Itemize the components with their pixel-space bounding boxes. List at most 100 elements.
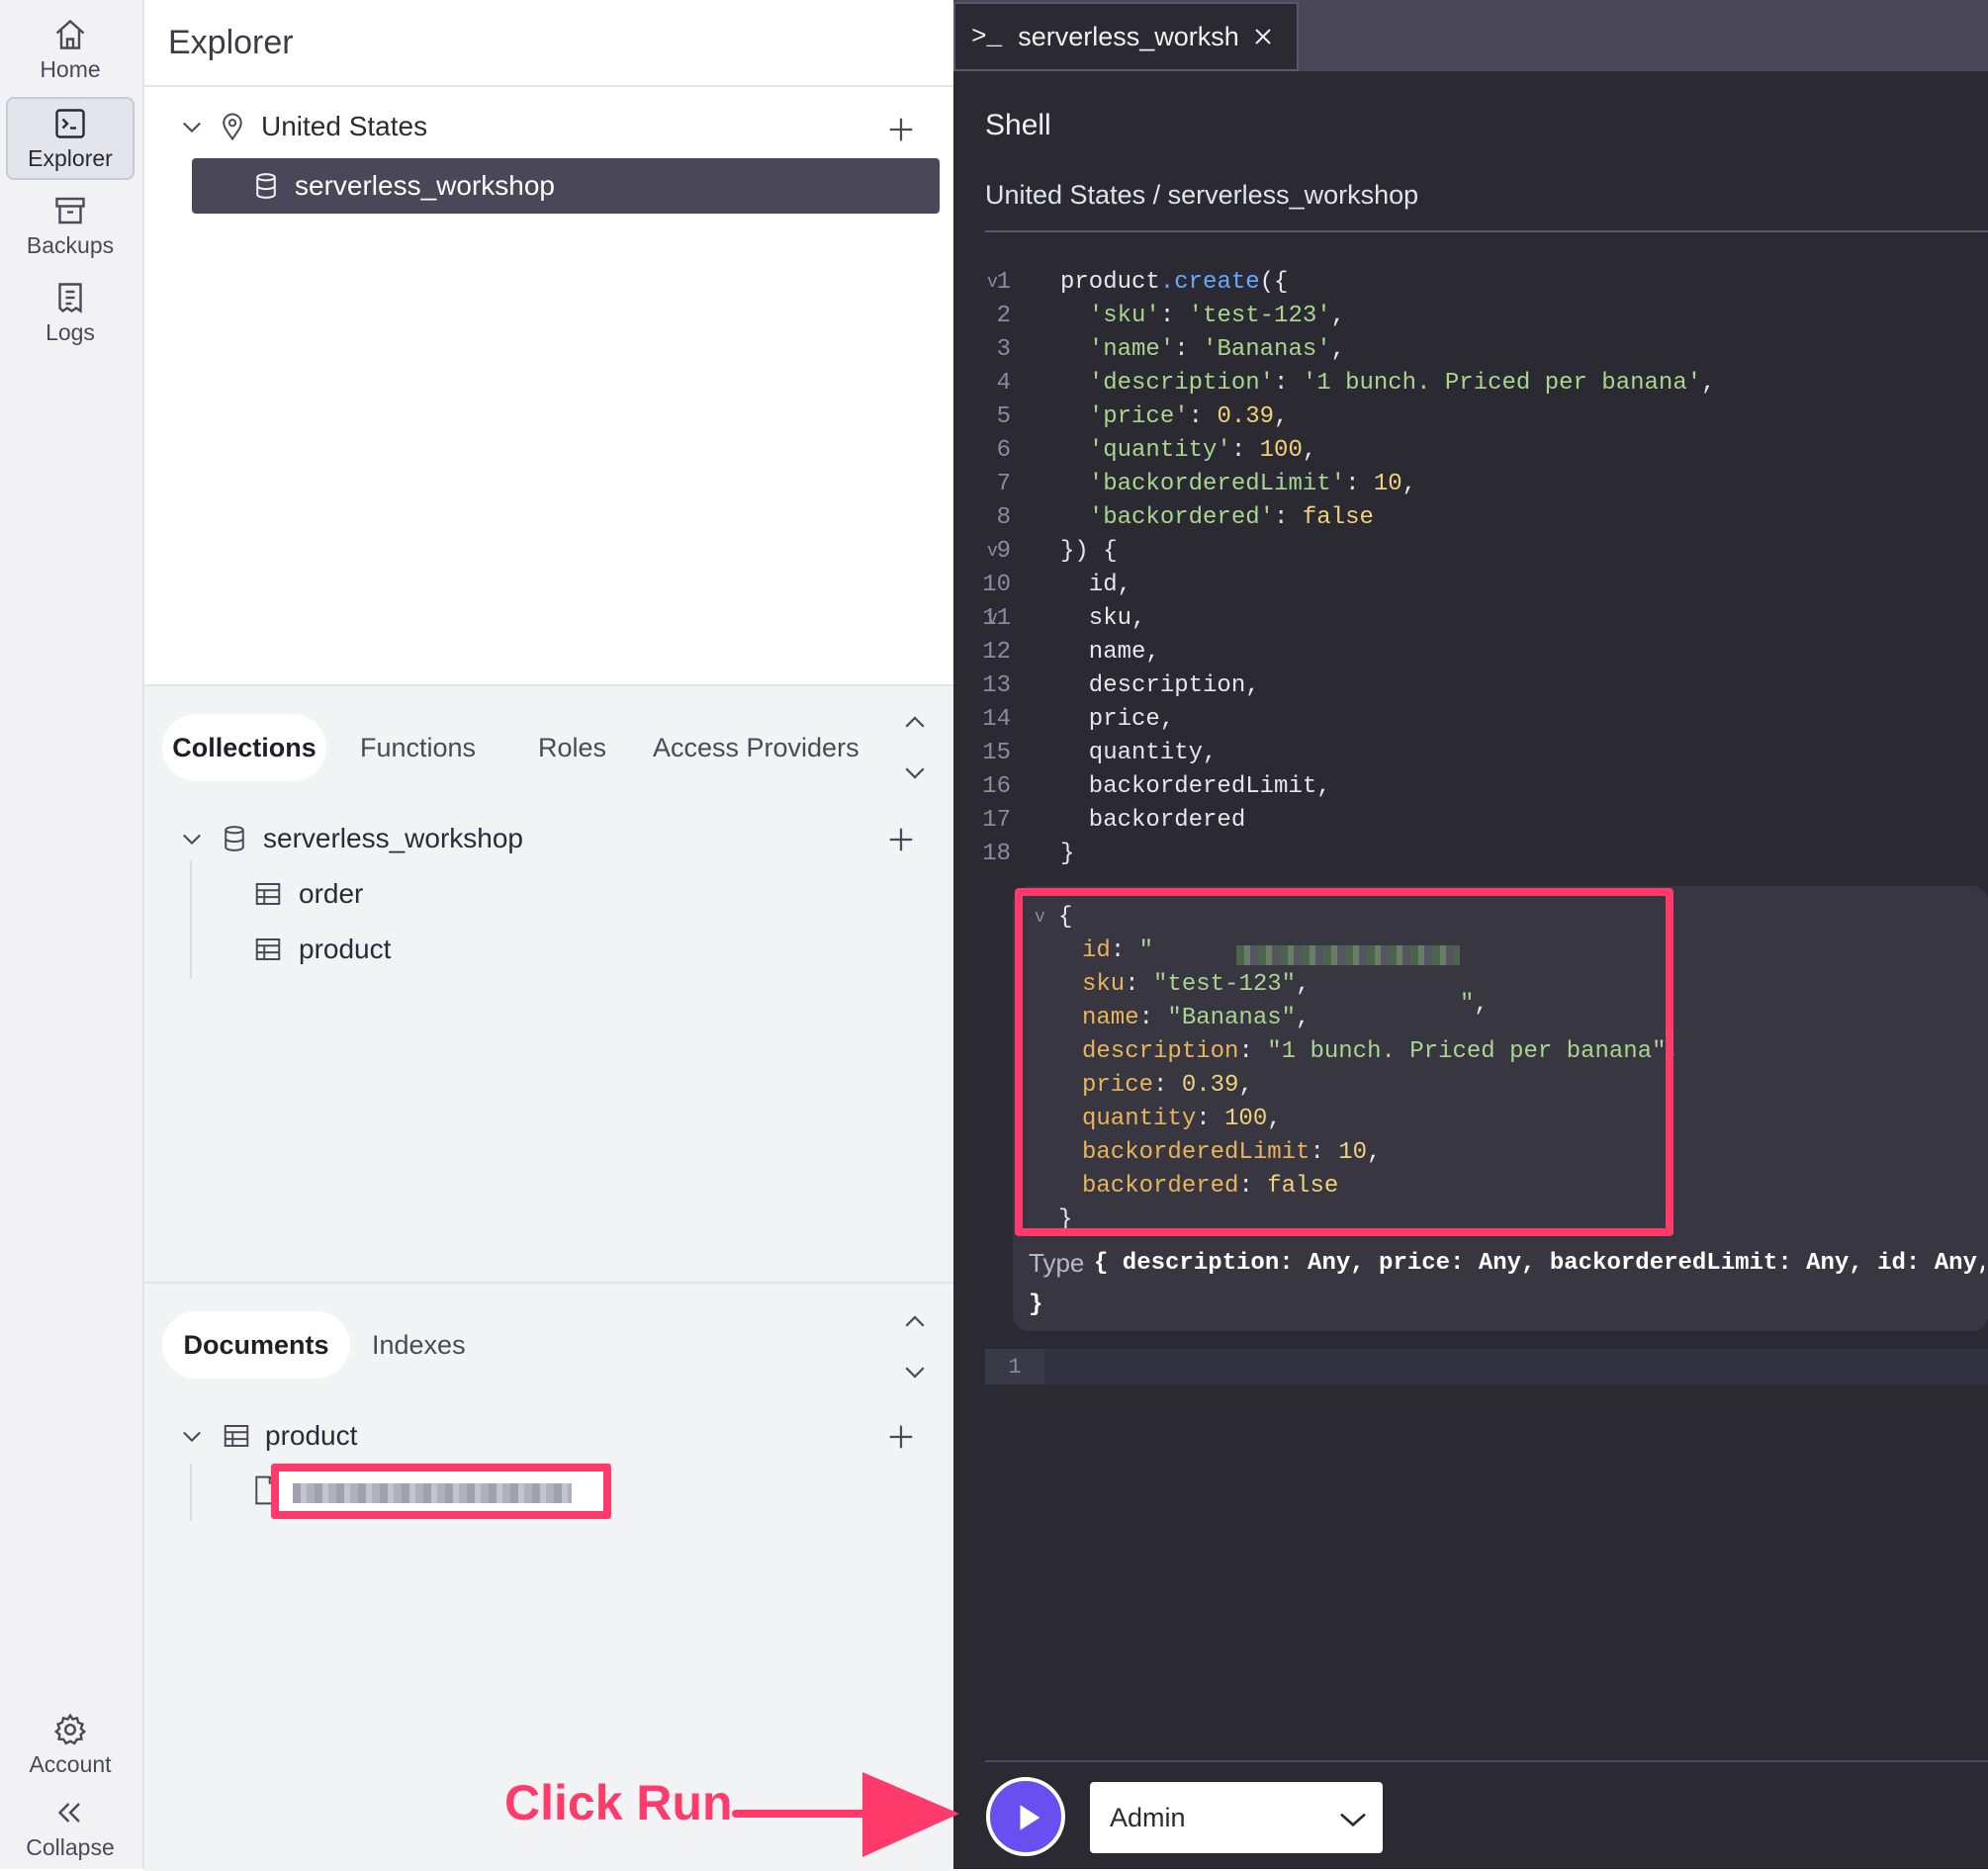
line-number: 10 (982, 572, 1011, 598)
nav-collapse[interactable]: Collapse (6, 1786, 135, 1869)
chevron-down-icon[interactable] (178, 1422, 206, 1450)
line-number: 13 (982, 672, 1011, 699)
collection-row-order[interactable]: order (253, 878, 363, 910)
tab-collections[interactable]: Collections (162, 714, 326, 781)
documents-collection-row[interactable]: product (178, 1420, 357, 1452)
home-icon (55, 19, 85, 49)
table-icon (255, 883, 281, 905)
nav-home[interactable]: Home (6, 8, 135, 91)
line-number: 1 (996, 269, 1011, 296)
line-number: 12 (982, 639, 1011, 666)
shell-title: Shell (985, 109, 1051, 141)
collection-label: product (299, 934, 392, 964)
tab-functions[interactable]: Functions (360, 714, 476, 781)
shell-input-editor[interactable]: 1 (985, 1349, 1988, 1384)
line-number: 4 (996, 370, 1011, 397)
nav-explorer-label: Explorer (28, 144, 113, 171)
line-number: 7 (996, 471, 1011, 497)
chevron-down-icon[interactable] (178, 113, 206, 140)
database-row-selected[interactable]: serverless_workshop (192, 158, 940, 214)
explorer-panel: Explorer United States serverless_worksh… (144, 0, 953, 1871)
chevron-down-icon[interactable] (178, 825, 206, 852)
region-row[interactable]: United States (178, 111, 427, 142)
add-database-icon[interactable] (886, 115, 916, 144)
line-number: 8 (996, 504, 1011, 531)
nav-collapse-label: Collapse (26, 1833, 115, 1860)
chevron-down-icon[interactable] (900, 757, 930, 787)
code-token: .create (1159, 269, 1260, 296)
line-number: 5 (996, 403, 1011, 430)
region-label: United States (261, 111, 428, 141)
line-number: 18 (982, 841, 1011, 867)
line-number: 9 (996, 538, 1011, 565)
shell-breadcrumb: United States / serverless_workshop (985, 180, 1419, 210)
collections-database-row[interactable]: serverless_workshop (178, 823, 523, 854)
type-close: } (1029, 1292, 1043, 1318)
nav-account-label: Account (29, 1750, 112, 1777)
line-number: 3 (996, 336, 1011, 363)
nav-backups-label: Backups (26, 231, 115, 258)
query-editor[interactable]: v 1 product.create({ 2 'sku': 'test-123', … (953, 269, 1988, 872)
collection-label: order (299, 878, 364, 909)
nav-account[interactable]: Account (6, 1703, 135, 1786)
gear-icon (53, 1713, 87, 1745)
divider (144, 85, 953, 87)
database-icon (225, 826, 244, 851)
line-number: 1 (985, 1349, 1044, 1384)
role-select-value: Admin (1110, 1802, 1186, 1832)
type-value: { description: Any, price: Any, backorde… (1094, 1250, 1984, 1277)
role-select[interactable]: Admin (1088, 1780, 1385, 1855)
documents-collection-label: product (265, 1420, 358, 1451)
logs-icon (58, 282, 82, 313)
collection-row-product[interactable]: product (253, 934, 391, 965)
chevron-down-icon (1340, 1813, 1366, 1827)
divider (985, 1760, 1988, 1762)
line-number: 2 (996, 303, 1011, 329)
table-icon (224, 1425, 249, 1447)
tab-indexes[interactable]: Indexes (372, 1311, 466, 1379)
terminal-prompt-icon: >_ (971, 22, 1003, 51)
divider (985, 230, 1988, 232)
terminal-icon (55, 108, 85, 138)
database-label: serverless_workshop (295, 170, 555, 201)
tab-roles[interactable]: Roles (538, 714, 606, 781)
shell-panel: >_ serverless_worksh Shell United States… (953, 0, 1988, 1869)
chevron-up-icon[interactable] (900, 1307, 930, 1337)
annotation-arrow-icon (732, 1772, 959, 1857)
nav-logs[interactable]: Logs (6, 271, 135, 354)
shell-tab[interactable]: >_ serverless_worksh (953, 2, 1299, 71)
tab-access-providers[interactable]: Access Providers (653, 714, 859, 781)
code-token: product (1060, 269, 1160, 296)
line-number: 11 (982, 605, 1011, 632)
database-icon (256, 173, 276, 199)
line-number: 6 (996, 437, 1011, 464)
table-icon (255, 938, 281, 960)
line-number: 16 (982, 773, 1011, 800)
tab-documents[interactable]: Documents (162, 1311, 350, 1379)
nav-logs-label: Logs (45, 318, 95, 345)
shell-tab-label: serverless_worksh (1018, 21, 1239, 51)
line-number: 14 (982, 706, 1011, 733)
add-document-icon[interactable] (886, 1422, 916, 1452)
code-token: ({ (1259, 269, 1289, 296)
nav-explorer[interactable]: Explorer (6, 97, 135, 180)
chevron-down-icon[interactable] (900, 1357, 930, 1386)
add-collection-icon[interactable] (886, 825, 916, 854)
chevron-up-icon[interactable] (900, 708, 930, 738)
line-number: 17 (982, 807, 1011, 834)
double-chevron-left-icon (57, 1802, 80, 1823)
type-label: Type (1029, 1248, 1085, 1278)
tree-guide (190, 860, 192, 979)
line-number: 15 (982, 740, 1011, 766)
close-icon[interactable] (1251, 25, 1275, 48)
redacted-document-id (293, 1483, 572, 1503)
result-highlight-box (1015, 888, 1673, 1236)
tree-guide (190, 1464, 192, 1521)
explorer-title: Explorer (168, 24, 294, 61)
archive-icon (55, 197, 85, 223)
side-nav: Home Explorer Backups Logs Account Colla… (0, 0, 144, 1869)
nav-backups[interactable]: Backups (6, 184, 135, 267)
document-row-highlight[interactable] (271, 1464, 611, 1519)
run-button[interactable] (986, 1777, 1065, 1856)
location-pin-icon (223, 113, 242, 141)
